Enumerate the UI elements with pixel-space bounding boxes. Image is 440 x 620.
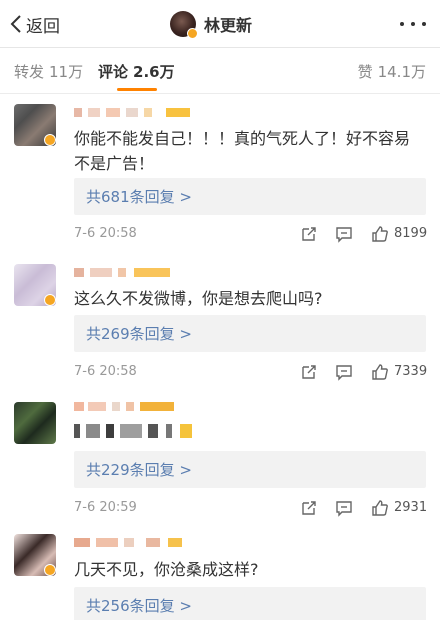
tab-comment-count: 2.6万 <box>133 63 175 81</box>
profile-header[interactable]: 林更新 <box>170 8 252 40</box>
comment-item: 这么久不发微博，你是想去爬山吗? 共269条回复 > 7-6 20:58 733… <box>0 254 440 392</box>
top-bar: 返回 林更新 <box>0 0 440 48</box>
tab-comment-label: 评论 <box>98 63 129 81</box>
more-dot <box>422 22 426 26</box>
comment-icon[interactable] <box>335 499 353 517</box>
like-count: 2931 <box>394 500 428 515</box>
tab-repost[interactable]: 转发 11万 <box>14 61 83 82</box>
verified-badge-icon <box>44 294 56 306</box>
username-blurred[interactable] <box>74 538 194 554</box>
thumbs-up-icon[interactable] <box>371 225 389 243</box>
back-button[interactable]: 返回 <box>10 12 60 37</box>
more-button[interactable] <box>400 14 426 34</box>
reply-count-link[interactable]: 共256条回复 > <box>74 587 426 620</box>
like-count: 7339 <box>394 364 428 379</box>
tab-bar: 转发 11万 评论 2.6万 赞 14.1万 <box>0 48 440 94</box>
reply-count-link[interactable]: 共269条回复 > <box>74 315 426 352</box>
comment-actions: 2931 <box>0 497 440 519</box>
comment-item: 共229条回复 > 7-6 20:59 2931 <box>0 392 440 524</box>
comment-text: 这么久不发微博，你是想去爬山吗? <box>74 289 323 308</box>
more-dot <box>411 22 415 26</box>
tab-repost-label: 转发 <box>14 63 45 81</box>
verified-badge-icon <box>187 28 198 39</box>
thumbs-up-icon[interactable] <box>371 499 389 517</box>
share-icon[interactable] <box>300 225 318 243</box>
comment-actions: 8199 <box>0 223 440 245</box>
reply-count-link[interactable]: 共681条回复 > <box>74 178 426 215</box>
active-tab-indicator <box>117 88 157 91</box>
avatar[interactable] <box>170 11 198 39</box>
back-label: 返回 <box>26 16 60 37</box>
comment-actions: 7339 <box>0 361 440 383</box>
tab-like[interactable]: 赞 14.1万 <box>358 61 426 82</box>
comment-text: 几天不见，你沧桑成这样? <box>74 560 259 579</box>
comment-item: 你能不能发自己！！！真的气死人了！好不容易不是广告！ 共681条回复 > 7-6… <box>0 94 440 254</box>
share-icon[interactable] <box>300 363 318 381</box>
avatar[interactable] <box>14 264 56 306</box>
chevron-left-icon <box>10 15 21 33</box>
comment-text: 你能不能发自己！！！真的气死人了！好不容易不是广告！ <box>74 129 411 173</box>
verified-badge-icon <box>44 134 56 146</box>
tab-like-count: 14.1万 <box>377 63 426 81</box>
tab-repost-count: 11万 <box>49 63 84 81</box>
comment-icon[interactable] <box>335 225 353 243</box>
share-icon[interactable] <box>300 499 318 517</box>
thumbs-up-icon[interactable] <box>371 363 389 381</box>
avatar[interactable] <box>14 534 56 576</box>
like-count: 8199 <box>394 226 428 241</box>
verified-badge-icon <box>44 564 56 576</box>
more-dots-icon <box>400 22 404 26</box>
username-blurred[interactable] <box>74 268 174 284</box>
page-title: 林更新 <box>204 16 253 35</box>
comment-item: 几天不见，你沧桑成这样? 共256条回复 > <box>0 524 440 620</box>
avatar[interactable] <box>14 402 56 444</box>
tab-like-label: 赞 <box>357 63 373 81</box>
username-blurred[interactable] <box>74 402 184 418</box>
comment-icon[interactable] <box>335 363 353 381</box>
username-blurred[interactable] <box>74 108 194 124</box>
reply-count-link[interactable]: 共229条回复 > <box>74 451 426 488</box>
comment-text-blurred <box>74 424 214 440</box>
tab-comment[interactable]: 评论 2.6万 <box>98 61 175 82</box>
avatar[interactable] <box>14 104 56 146</box>
